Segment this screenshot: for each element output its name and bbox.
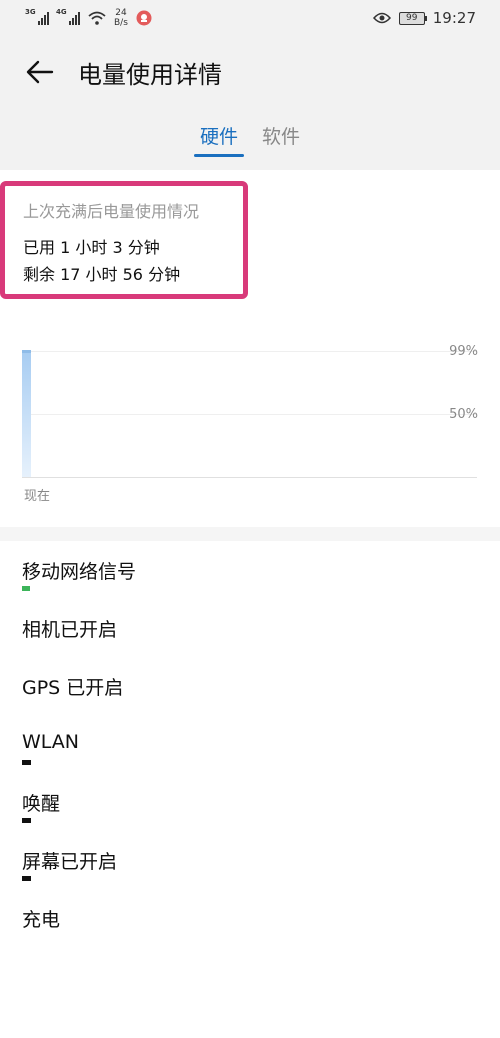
battery-icon: 99 <box>398 11 427 25</box>
y-tick-label-mid: 50% <box>449 407 478 422</box>
list-item[interactable]: 移动网络信号 <box>0 541 500 599</box>
list-item[interactable]: 相机已开启 <box>0 599 500 657</box>
chart-plot-area <box>22 350 477 478</box>
battery-level: 99 <box>406 13 418 23</box>
grid-line <box>22 351 477 353</box>
usage-bar <box>22 760 31 765</box>
header: 电量使用详情 <box>0 36 500 108</box>
list-item[interactable]: 充电 <box>0 889 500 947</box>
wifi-icon <box>88 11 106 25</box>
net-speed-unit: B/s <box>114 18 128 28</box>
list-item[interactable]: WLAN <box>0 715 500 773</box>
net-speed: 24 B/s <box>114 8 128 28</box>
eye-icon <box>372 12 391 24</box>
status-left: 3G 4G 24 B/s <box>25 8 152 28</box>
summary-remaining: 剩余 17 小时 56 分钟 <box>23 265 181 284</box>
summary-used: 已用 1 小时 3 分钟 <box>23 238 160 257</box>
page-title: 电量使用详情 <box>78 60 222 89</box>
list-item[interactable]: GPS 已开启 <box>0 657 500 715</box>
tab-bar: 硬件 软件 <box>0 118 500 157</box>
list-item-label: 相机已开启 <box>22 619 118 641</box>
usage-summary: 上次充满后电量使用情况 已用 1 小时 3 分钟 剩余 17 小时 56 分钟 <box>0 181 248 299</box>
list-item-label: 唤醒 <box>22 793 61 815</box>
usage-bar <box>22 586 30 591</box>
back-arrow-icon <box>26 60 54 84</box>
clock: 19:27 <box>432 9 476 27</box>
battery-level-bar <box>22 350 31 477</box>
usage-bar <box>22 818 31 823</box>
section-divider <box>0 527 500 541</box>
list-item-label: GPS 已开启 <box>22 677 124 699</box>
list-item[interactable]: 唤醒 <box>0 773 500 831</box>
top-area: 3G 4G 24 B/s 99 19:27 电量使用详情 硬件 软件 <box>0 0 500 170</box>
y-tick-label-top: 99% <box>449 344 478 359</box>
net-speed-value: 24 <box>115 8 127 18</box>
status-bar: 3G 4G 24 B/s 99 19:27 <box>0 0 500 36</box>
grid-line <box>22 414 477 415</box>
tab-hardware[interactable]: 硬件 <box>193 118 245 157</box>
tab-software[interactable]: 软件 <box>262 118 300 157</box>
signal-2-icon: 4G <box>56 8 80 25</box>
signal-1-icon: 3G <box>25 8 49 25</box>
list-item[interactable]: 屏幕已开启 <box>0 831 500 889</box>
list-item-label: WLAN <box>22 731 80 753</box>
list-item-label: 屏幕已开启 <box>22 851 118 873</box>
notification-app-icon <box>136 10 152 26</box>
status-right: 99 19:27 <box>372 9 476 27</box>
back-button[interactable] <box>22 54 58 90</box>
list-item-label: 充电 <box>22 909 61 931</box>
sim1-tag: 3G <box>25 8 36 16</box>
usage-bar <box>22 876 31 881</box>
x-tick-label-now: 现在 <box>24 489 51 504</box>
summary-title: 上次充满后电量使用情况 <box>23 202 200 221</box>
hardware-list: 移动网络信号 相机已开启 GPS 已开启 WLAN 唤醒屏幕已开启充电 <box>0 541 500 947</box>
battery-chart: 99% 50% 现在 <box>0 340 500 510</box>
list-item-label: 移动网络信号 <box>22 561 137 583</box>
sim2-tag: 4G <box>56 8 67 16</box>
